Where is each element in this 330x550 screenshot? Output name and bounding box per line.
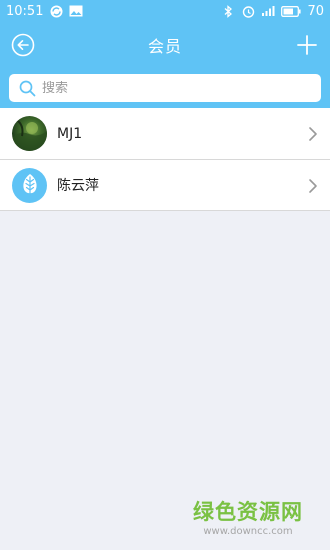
sync-icon bbox=[49, 5, 63, 17]
status-bar: 10:51 70 bbox=[0, 0, 330, 22]
list-item-member-mj1[interactable]: MJ1 bbox=[0, 108, 330, 159]
leaf-icon bbox=[22, 174, 37, 197]
page-title: 会员 bbox=[147, 37, 182, 56]
add-member-button[interactable] bbox=[296, 34, 318, 56]
chevron-right-icon bbox=[309, 179, 317, 193]
member-name: 陈云萍 bbox=[57, 178, 99, 194]
status-time: 10:51 bbox=[6, 3, 44, 19]
bluetooth-icon bbox=[221, 4, 235, 18]
status-bar-right: 70 bbox=[221, 4, 324, 19]
search-area bbox=[0, 68, 330, 108]
nav-bar: 会员 bbox=[0, 22, 330, 68]
list-item-member-chen-yunping[interactable]: 陈云萍 bbox=[0, 159, 330, 210]
battery-level: 70 bbox=[307, 3, 324, 19]
back-arrow-icon bbox=[11, 33, 35, 57]
status-bar-left: 10:51 bbox=[6, 4, 83, 19]
watermark-url: www.downcc.com bbox=[203, 526, 293, 537]
signal-icon bbox=[261, 5, 275, 17]
battery-icon bbox=[281, 5, 302, 17]
watermark: 绿色资源网 www.downcc.com bbox=[188, 496, 308, 537]
member-list: MJ1 陈云萍 bbox=[0, 108, 330, 211]
alarm-icon bbox=[241, 5, 255, 18]
search-icon bbox=[19, 80, 36, 96]
avatar bbox=[12, 167, 47, 203]
search-box[interactable] bbox=[9, 74, 321, 102]
search-input[interactable] bbox=[42, 80, 292, 96]
member-name: MJ1 bbox=[57, 125, 83, 142]
back-button[interactable] bbox=[11, 33, 35, 57]
avatar-photo-image bbox=[12, 120, 47, 151]
image-icon bbox=[69, 5, 83, 17]
avatar bbox=[12, 116, 47, 151]
watermark-text: 绿色资源网 bbox=[193, 500, 303, 524]
plus-icon bbox=[297, 35, 317, 55]
chevron-right-icon bbox=[309, 127, 317, 141]
